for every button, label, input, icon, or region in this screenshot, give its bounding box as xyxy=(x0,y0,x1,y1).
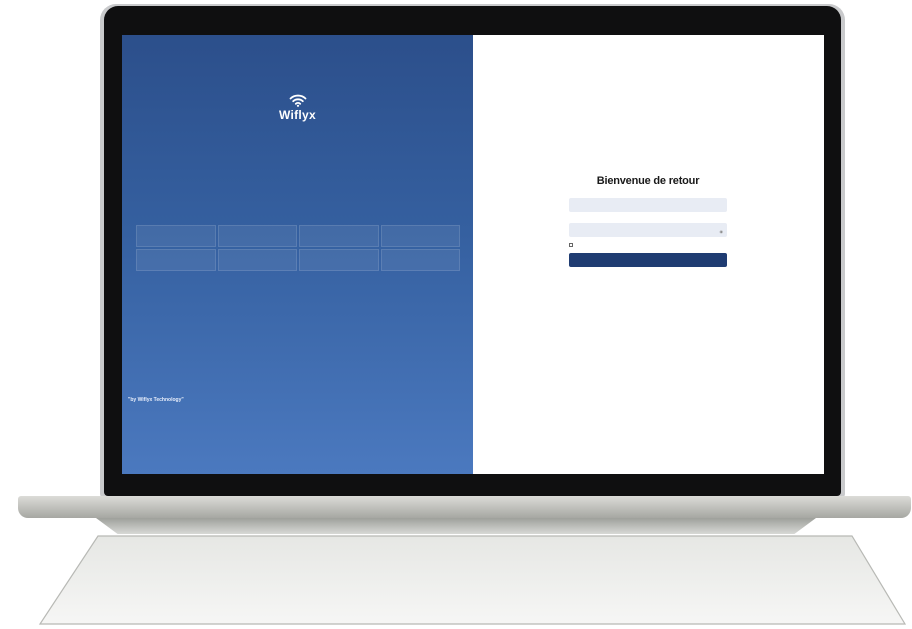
feature-card xyxy=(380,249,460,271)
laptop-hinge xyxy=(18,496,911,518)
eye-icon[interactable]: ◉ xyxy=(720,229,724,234)
password-wrapper: ◉ xyxy=(569,223,727,237)
brand-logo: Wiflyx xyxy=(122,93,473,124)
password-field[interactable] xyxy=(569,223,727,237)
checkbox-icon[interactable] xyxy=(569,243,573,247)
features-grid xyxy=(136,225,460,271)
feature-card xyxy=(217,249,297,271)
login-panel: Bienvenue de retour ◉ xyxy=(473,35,824,474)
wifi-icon xyxy=(289,94,306,107)
company-credit: "by Wiflyx Technology" xyxy=(128,397,184,403)
feature-card xyxy=(380,225,460,247)
login-form: Bienvenue de retour ◉ xyxy=(569,175,727,273)
brand-panel: Wiflyx "by Wiflyx Technology" xyxy=(122,35,473,474)
feature-card xyxy=(299,225,379,247)
brand-name: Wiflyx xyxy=(278,108,317,122)
feature-card xyxy=(299,249,379,271)
laptop-base xyxy=(38,535,907,625)
remember-me[interactable] xyxy=(569,243,727,247)
page-title: Bienvenue de retour xyxy=(596,175,700,187)
login-button[interactable] xyxy=(569,253,727,267)
laptop-screen: Wiflyx "by Wiflyx Technology" Bienvenue … xyxy=(122,35,824,474)
feature-card xyxy=(217,225,297,247)
feature-card xyxy=(136,249,216,271)
feature-card xyxy=(136,225,216,247)
email-field[interactable] xyxy=(569,198,727,212)
